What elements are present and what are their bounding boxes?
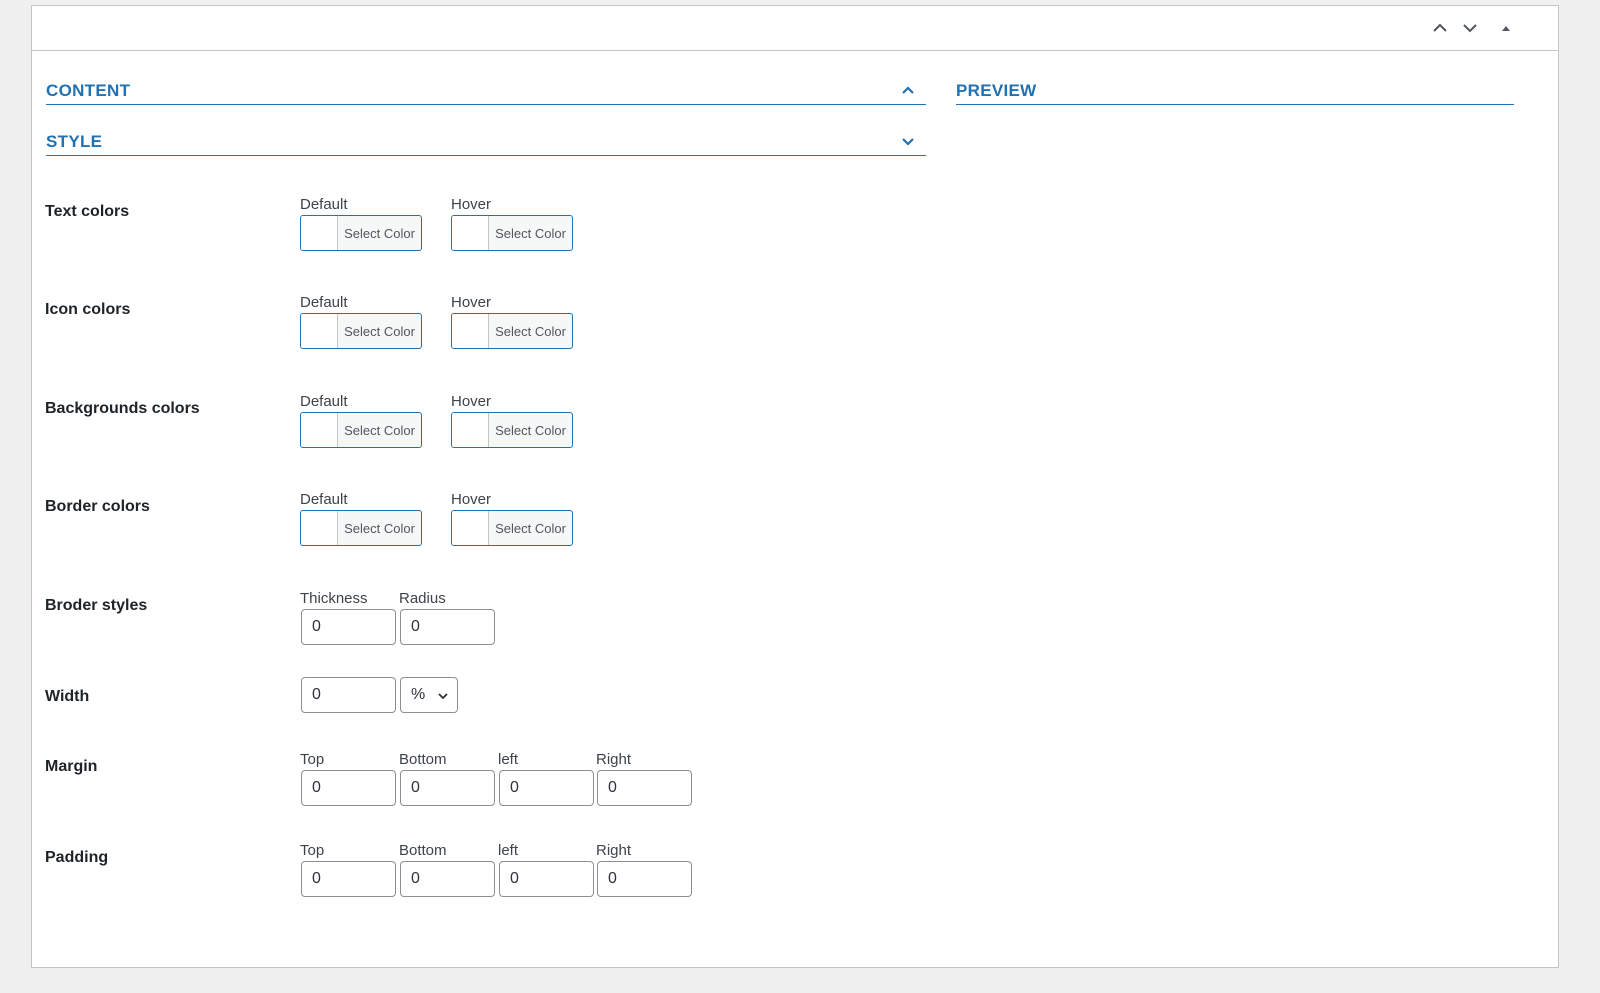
border-default-label: Default (300, 491, 348, 508)
color-swatch (452, 511, 489, 545)
padding-bottom-label: Bottom (399, 842, 447, 859)
padding-bottom-input[interactable] (400, 861, 495, 897)
icon-default-label: Default (300, 294, 348, 311)
padding-top-input[interactable] (301, 861, 396, 897)
width-label: Width (45, 688, 90, 705)
chevron-up-icon[interactable] (900, 82, 916, 98)
margin-right-input[interactable] (597, 770, 692, 806)
icon-colors-label: Icon colors (45, 301, 131, 318)
radius-label: Radius (399, 590, 446, 607)
chevron-down-icon (438, 693, 448, 700)
background-default-color-button[interactable]: Select Color (300, 412, 422, 448)
border-styles-label: Broder styles (45, 597, 148, 614)
style-section-title: STYLE (46, 132, 103, 151)
margin-label: Margin (45, 758, 98, 775)
color-swatch (301, 511, 338, 545)
padding-right-label: Right (596, 842, 632, 859)
border-hover-color-button[interactable]: Select Color (451, 510, 573, 546)
border-default-color-button[interactable]: Select Color (300, 510, 422, 546)
content-section-title: CONTENT (46, 81, 131, 100)
background-default-label: Default (300, 393, 348, 410)
move-down-button[interactable] (1456, 14, 1484, 42)
background-colors-label: Backgrounds colors (45, 400, 200, 417)
color-swatch (452, 413, 489, 447)
text-default-label: Default (300, 196, 348, 213)
margin-top-input[interactable] (301, 770, 396, 806)
toggle-panel-button[interactable] (1492, 14, 1520, 42)
panel-header (32, 6, 1558, 51)
arrow-down-icon (1463, 24, 1477, 33)
padding-label: Padding (45, 849, 109, 866)
padding-right-input[interactable] (597, 861, 692, 897)
width-input[interactable] (301, 677, 396, 713)
style-settings-panel: CONTENT PREVIEW STYLE (31, 5, 1559, 968)
margin-bottom-input[interactable] (400, 770, 495, 806)
preview-section-header: PREVIEW (956, 76, 1514, 105)
border-radius-input[interactable] (400, 609, 495, 645)
icon-hover-color-button[interactable]: Select Color (451, 313, 573, 349)
width-unit-select[interactable]: % (400, 677, 458, 713)
color-swatch (452, 314, 489, 348)
icon-default-color-button[interactable]: Select Color (300, 313, 422, 349)
preview-section-title: PREVIEW (956, 81, 1037, 100)
border-thickness-input[interactable] (301, 609, 396, 645)
padding-left-label: left (498, 842, 519, 859)
background-hover-label: Hover (451, 393, 492, 410)
text-hover-color-button[interactable]: Select Color (451, 215, 573, 251)
margin-top-label: Top (300, 751, 325, 768)
border-hover-label: Hover (451, 491, 492, 508)
select-color-text: Select Color (344, 323, 415, 339)
text-hover-label: Hover (451, 196, 492, 213)
select-color-text: Select Color (495, 520, 566, 536)
thickness-label: Thickness (300, 590, 368, 607)
margin-right-label: Right (596, 751, 632, 768)
select-color-text: Select Color (495, 323, 566, 339)
color-swatch (452, 216, 489, 250)
margin-left-input[interactable] (499, 770, 594, 806)
text-colors-label: Text colors (45, 203, 130, 220)
select-color-text: Select Color (495, 422, 566, 438)
padding-left-input[interactable] (499, 861, 594, 897)
collapse-triangle-icon (1502, 26, 1510, 31)
background-hover-color-button[interactable]: Select Color (451, 412, 573, 448)
content-section-header[interactable]: CONTENT (46, 76, 926, 105)
select-color-text: Select Color (344, 225, 415, 241)
border-colors-label: Border colors (45, 498, 150, 515)
color-swatch (301, 413, 338, 447)
margin-left-label: left (498, 751, 519, 768)
color-swatch (301, 314, 338, 348)
padding-top-label: Top (300, 842, 325, 859)
select-color-text: Select Color (495, 225, 566, 241)
select-color-text: Select Color (344, 520, 415, 536)
select-color-text: Select Color (344, 422, 415, 438)
width-unit-value: % (411, 686, 426, 703)
arrow-up-icon (1433, 23, 1447, 32)
style-section-header[interactable]: STYLE (46, 127, 926, 156)
text-default-color-button[interactable]: Select Color (300, 215, 422, 251)
margin-bottom-label: Bottom (399, 751, 447, 768)
color-swatch (301, 216, 338, 250)
move-up-button[interactable] (1426, 14, 1454, 42)
chevron-down-icon[interactable] (900, 133, 916, 149)
icon-hover-label: Hover (451, 294, 492, 311)
